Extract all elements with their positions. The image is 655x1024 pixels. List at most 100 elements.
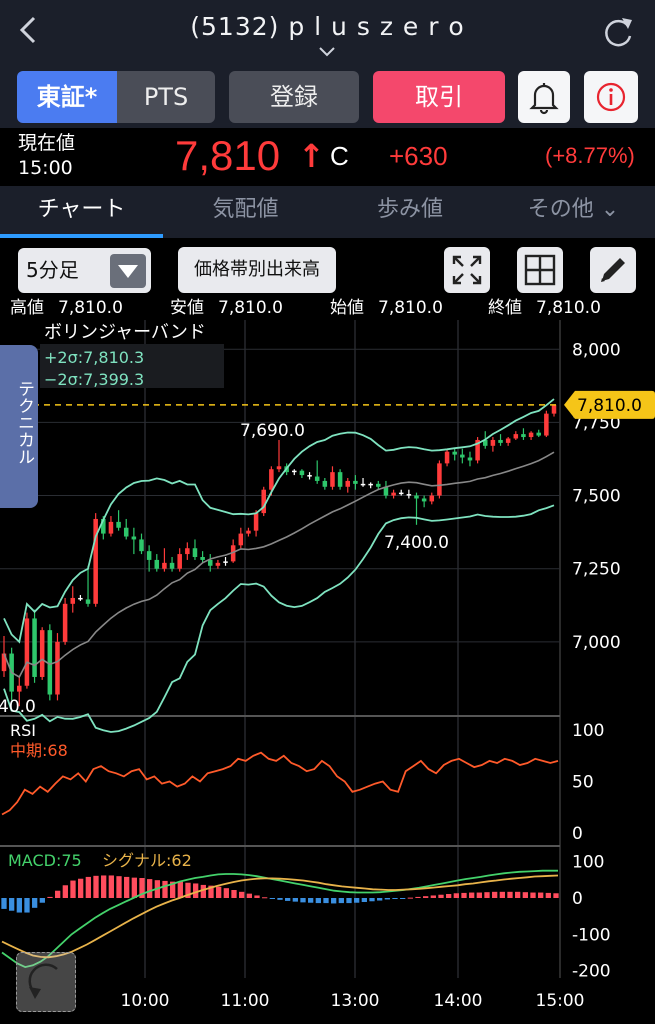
time-tick-label: 10:00 <box>121 991 170 1011</box>
alert-button[interactable] <box>518 71 570 123</box>
chevron-down-icon[interactable] <box>312 44 342 62</box>
info-button[interactable] <box>584 71 638 123</box>
expand-icon <box>452 255 482 285</box>
candle-body <box>24 618 30 686</box>
macd-histogram-bar <box>16 898 22 913</box>
macd-histogram-bar <box>476 892 482 898</box>
candle <box>200 551 205 563</box>
candle <box>544 410 549 438</box>
macd-histogram-bar <box>55 890 61 898</box>
candle <box>238 527 244 549</box>
macd-histogram-bar <box>101 875 107 898</box>
macd-histogram-bar <box>338 898 344 904</box>
macd-histogram-bar <box>24 898 30 913</box>
close-label: 終値 <box>488 298 522 318</box>
candle <box>528 431 534 440</box>
volume-by-price-button[interactable]: 価格帯別出来高 <box>178 247 336 293</box>
macd-histogram-bar <box>124 876 130 898</box>
candle <box>307 472 312 480</box>
macd-histogram-bar <box>147 879 153 898</box>
lower-band-line <box>3 504 555 733</box>
price-chart[interactable]: 8,0007,7507,5007,2507,0007,810.07,690.07… <box>0 320 655 1024</box>
tab-other[interactable]: その他 ⌄ <box>492 186 655 234</box>
macd-histogram-bar <box>39 898 45 903</box>
candle-body <box>185 548 190 555</box>
macd-histogram-bar <box>538 892 544 898</box>
scroll-back-handle[interactable] <box>16 952 76 1012</box>
candle <box>460 448 465 464</box>
candle <box>162 548 167 572</box>
candle-body <box>551 404 557 414</box>
candle <box>337 469 343 490</box>
market-tosho-button[interactable]: 東証* <box>17 71 117 123</box>
time-tick-label: 14:00 <box>434 991 483 1011</box>
high-price-label: 7,690.0 <box>240 421 305 441</box>
macd-histogram-bar <box>262 897 268 899</box>
candle-body <box>299 470 305 476</box>
macd-histogram-bar <box>369 898 375 902</box>
macd-histogram-bar <box>430 895 436 898</box>
dropdown-arrow-icon[interactable] <box>110 254 146 288</box>
trade-button[interactable]: 取引 <box>373 71 505 123</box>
candle-body <box>55 641 60 695</box>
candle-body <box>269 469 274 490</box>
candle <box>47 624 53 701</box>
candle <box>391 489 396 499</box>
macd-histogram-bar <box>400 898 406 899</box>
register-button[interactable]: 登録 <box>229 71 359 123</box>
candle-body <box>276 466 282 470</box>
middle-band-line <box>3 451 555 679</box>
refresh-button[interactable] <box>598 12 638 52</box>
page-title[interactable]: (5132) p l u s z e r o <box>120 12 535 48</box>
candle <box>139 533 144 555</box>
macd-histogram-bar <box>377 898 383 901</box>
tab-trades[interactable]: 歩み値 <box>328 186 492 234</box>
candle-body <box>376 483 381 487</box>
candle <box>490 437 496 452</box>
candle <box>32 609 37 683</box>
time-tick-label: 11:00 <box>221 991 270 1011</box>
draw-button[interactable] <box>590 247 636 293</box>
candle-body <box>490 439 496 446</box>
candle <box>292 469 297 476</box>
candle-body <box>330 472 335 487</box>
macd-histogram-bar <box>415 896 421 898</box>
candle-body <box>414 495 419 499</box>
macd-histogram-bar <box>407 897 413 899</box>
tab-chart[interactable]: チャート <box>0 186 163 234</box>
candle <box>314 460 320 484</box>
low-price-label: 7,400.0 <box>384 533 449 553</box>
tab-board[interactable]: 気配値 <box>163 186 328 234</box>
macd-histogram-bar <box>515 891 521 898</box>
macd-histogram-bar <box>507 891 513 898</box>
candle-body <box>505 438 511 443</box>
time-tick-label: 15:00 <box>536 991 585 1011</box>
candle <box>192 539 198 560</box>
candle <box>505 437 511 446</box>
bell-icon <box>529 83 559 115</box>
macd-histogram-bar <box>423 896 429 898</box>
layout-grid-button[interactable] <box>517 247 563 293</box>
candle-body <box>536 432 541 436</box>
macd-histogram-bar <box>354 898 360 903</box>
candle <box>437 460 442 499</box>
expand-button[interactable] <box>444 247 490 293</box>
candle-body <box>200 557 205 560</box>
candles <box>1 404 557 707</box>
market-pts-button[interactable]: PTS <box>117 71 215 123</box>
candle-body <box>261 489 266 514</box>
candle-body <box>177 554 182 569</box>
macd-histogram-bar <box>239 891 245 898</box>
candle-body <box>345 480 351 487</box>
back-button[interactable] <box>14 10 44 50</box>
macd-histogram-bar <box>254 895 260 898</box>
candle-body <box>253 513 259 531</box>
macd-tick-label: -100 <box>572 925 611 945</box>
macd-histogram-bar <box>116 876 122 898</box>
macd-histogram-bar <box>492 891 498 898</box>
upper-band-label: +2σ:7,810.3 <box>44 348 144 367</box>
macd-histogram-bar <box>392 898 398 899</box>
macd-histogram-bar <box>85 876 91 898</box>
macd-histogram-bar <box>47 896 53 898</box>
candle-body <box>528 432 534 438</box>
